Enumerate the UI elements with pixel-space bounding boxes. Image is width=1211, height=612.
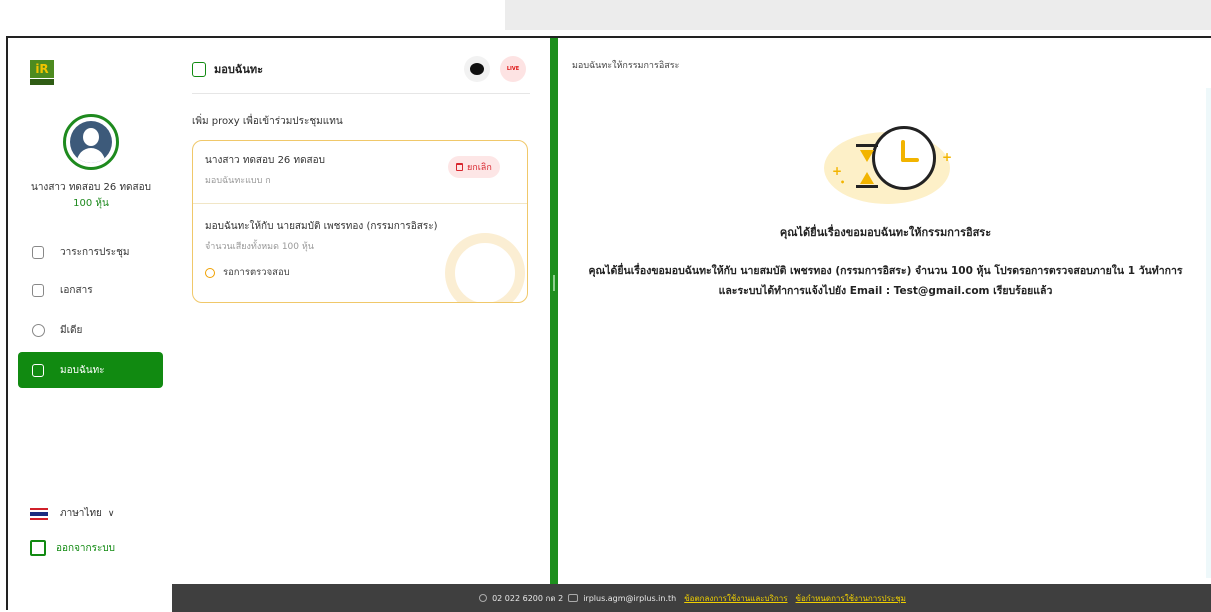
logout-label: ออกจากระบบ [56,542,116,554]
agenda-icon [30,244,46,260]
proxy-panel: มอบฉันทะ LIVE เพิ่ม proxy เพื่อเข้าร่วมป… [174,38,550,584]
resize-handle[interactable] [553,275,555,291]
logout-button[interactable]: ออกจากระบบ [30,540,115,556]
logout-icon [30,540,46,556]
irplus-logo[interactable]: iR [30,60,54,88]
proxy-card-votes: จำนวนเสียงทั้งหมด 100 หุ้น [205,242,314,252]
sidebar-item-media[interactable]: มีเดีย [18,312,163,348]
page-title: มอบฉันทะ [192,60,263,78]
user-shares: 100 หุ้น [73,198,109,209]
logo-mark: iR [30,60,54,78]
sidebar-item-label: วาระการประชุม [60,246,130,258]
folder-icon [30,282,46,298]
browser-top-strip [0,0,1211,36]
card-divider [193,203,527,204]
message-title: คุณได้ยื่นเรื่องขอมอบฉันทะให้กรรมการอิสร… [779,226,992,239]
chat-button[interactable] [464,56,490,82]
footer: 02 022 6200 กด 2 irplus.agm@irplus.in.th… [172,584,1211,612]
status-text: รอการตรวจสอบ [223,267,290,278]
message-body: คุณได้ยื่นเรื่องขอมอบฉันทะให้กับ นายสมบั… [588,265,1183,297]
proxy-panel-header: มอบฉันทะ LIVE [192,54,530,94]
panel-divider[interactable] [550,38,558,584]
clock-icon [205,267,215,278]
sidebar-item-agenda[interactable]: วาระการประชุม [18,234,163,270]
proxy-card: นางสาว ทดสอบ 26 ทดสอบ มอบฉันทะแบบ ก ยกเล… [192,140,528,303]
live-button[interactable]: LIVE [500,56,526,82]
avatar [63,114,119,170]
cancel-button[interactable]: ยกเลิก [448,156,500,178]
sidebar-item-label: มอบฉันทะ [60,364,105,376]
chevron-down-icon: ∨ [107,508,115,519]
proxy-doc-icon [30,362,46,378]
proxy-card-type: มอบฉันทะแบบ ก [205,176,271,186]
terms-link[interactable]: ข้อตกลงการใช้งานและบริการ [684,592,787,605]
language-label: ภาษาไทย [60,508,102,519]
clock-watermark-icon [445,233,525,302]
footer-email: irplus.agm@irplus.in.th [583,593,677,603]
proxy-card-recipient: มอบฉันทะให้กับ นายสมบัติ เพชรทอง (กรรมกา… [205,221,438,232]
play-icon [30,322,46,338]
user-name: นางสาว ทดสอบ 26 ทดสอบ [30,182,151,193]
add-proxy-label: เพิ่ม proxy เพื่อเข้าร่วมประชุมแทน [192,116,343,127]
chat-icon [470,63,484,75]
language-selector[interactable]: ภาษาไทย ∨ [30,506,115,521]
live-badge: LIVE [506,66,520,72]
hourglass-clock-illustration: + + • [824,124,954,204]
status-badge: รอการตรวจสอบ [205,265,290,280]
cancel-label: ยกเลิก [467,163,492,173]
logo-strip [30,79,54,85]
top-gray-bar [505,0,1211,30]
sidebar-item-documents[interactable]: เอกสาร [18,272,163,308]
app-frame: iR นางสาว ทดสอบ 26 ทดสอบ 100 หุ้น วาระกา… [6,36,1211,612]
proxy-card-name: นางสาว ทดสอบ 26 ทดสอบ [205,155,326,166]
sidebar: iR นางสาว ทดสอบ 26 ทดสอบ 100 หุ้น วาระกา… [8,38,174,610]
trash-icon [456,163,463,171]
proxy-status-panel: มอบฉันทะให้กรรมการอิสระ + + • คุณได้ยื่น… [558,38,1211,584]
footer-phone: 02 022 6200 กด 2 [492,593,564,603]
proxy-doc-icon [192,61,206,77]
sidebar-item-proxy[interactable]: มอบฉันทะ [18,352,163,388]
sidebar-item-label: มีเดีย [60,324,83,336]
meeting-rules-link[interactable]: ข้อกำหนดการใช้งานการประชุม [796,592,906,605]
thai-flag-icon [30,507,48,520]
mail-icon [568,594,579,602]
section-title: มอบฉันทะให้กรรมการอิสระ [572,61,680,71]
phone-icon [479,594,488,602]
page-title-text: มอบฉันทะ [214,63,264,76]
avatar-icon [70,121,112,163]
sidebar-item-label: เอกสาร [60,284,93,296]
scroll-track[interactable] [1206,88,1211,578]
